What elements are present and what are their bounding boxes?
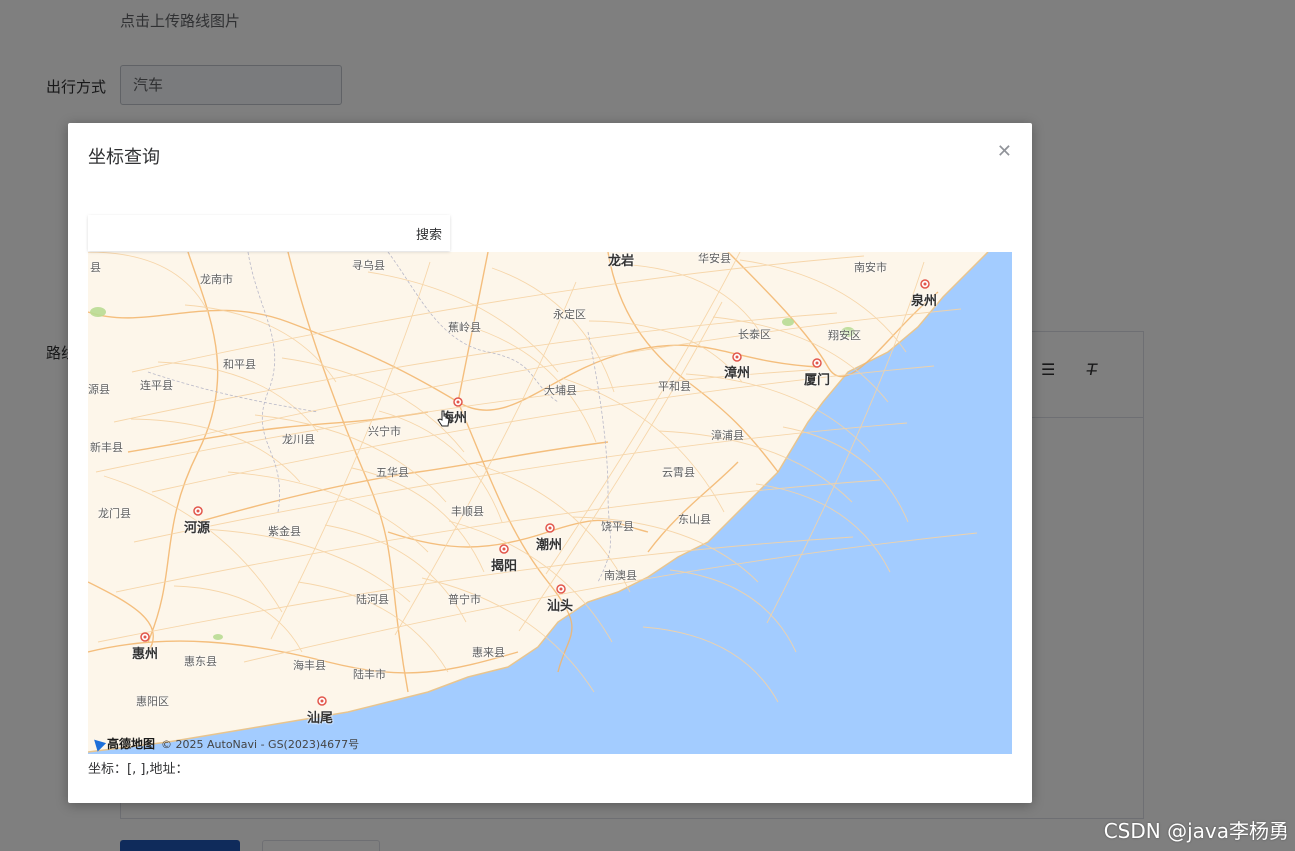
map-label-huizhou: 惠州 — [132, 647, 159, 662]
hand-cursor-icon — [437, 410, 450, 427]
city-marker-dot-2 — [502, 547, 506, 551]
park-area-1 — [782, 318, 794, 326]
map-label-jieyang: 揭阳 — [491, 559, 518, 574]
map-label-fengshun: 丰顺县 — [451, 505, 484, 518]
map-label-huiyang: 惠阳区 — [136, 695, 169, 708]
map-label-wuhua: 五华县 — [376, 466, 409, 479]
map-label-longmen: 龙门县 — [98, 507, 131, 520]
map-label-changtai: 长泰区 — [738, 328, 771, 341]
map-label-nanao: 南澳县 — [604, 569, 637, 582]
navigation-arrow-icon — [89, 735, 107, 752]
city-marker-dot-1 — [548, 526, 552, 530]
map-canvas[interactable] — [88, 252, 1012, 754]
close-icon[interactable]: ✕ — [997, 141, 1012, 162]
map-label-luhe: 陆河县 — [356, 593, 389, 606]
map-label-dongshan: 东山县 — [678, 513, 711, 526]
map-label-zhangzhou: 漳州 — [724, 366, 751, 381]
city-marker-dot-7 — [196, 509, 200, 513]
map-label-yuan: 源县 — [88, 383, 110, 396]
map-label-zhangpu: 漳浦县 — [711, 429, 744, 442]
city-marker-dot-5 — [815, 361, 819, 365]
map-label-xiangan: 翔安区 — [828, 329, 861, 342]
park-area-0 — [90, 307, 106, 317]
map-label-raoping: 饶平县 — [601, 520, 634, 533]
map-label-huilai: 惠来县 — [472, 646, 505, 659]
map-label-chaozhou: 潮州 — [536, 538, 563, 553]
amap-logo-text: 高德地图 — [107, 737, 156, 751]
city-marker-dot-8 — [143, 635, 147, 639]
city-marker-dot-6 — [923, 282, 927, 286]
city-marker-dot-0 — [456, 400, 460, 404]
map-label-xian: 县 — [90, 261, 101, 274]
map-label-lianping: 连平县 — [140, 379, 173, 392]
park-area-3 — [213, 634, 223, 640]
map-label-longyan: 龙岩 — [608, 254, 635, 269]
search-input[interactable] — [88, 215, 398, 251]
map-label-longnan: 龙南市 — [200, 273, 233, 286]
city-marker-dot-4 — [735, 355, 739, 359]
watermark: CSDN @java李杨勇 — [1103, 819, 1289, 843]
map-label-dapu: 大埔县 — [544, 384, 577, 397]
map-label-longchuan: 龙川县 — [282, 433, 315, 446]
map-label-xingning: 兴宁市 — [368, 425, 401, 438]
map-label-pinghe: 平和县 — [658, 380, 691, 393]
map-label-nanan: 南安市 — [854, 261, 887, 274]
map-label-heyuan: 河源 — [184, 521, 211, 536]
map-label-puning: 普宁市 — [448, 593, 481, 606]
search-bar: 搜索 — [88, 215, 450, 251]
map-label-heping: 和平县 — [223, 358, 256, 371]
map-attribution: 高德地图 © 2025 AutoNavi - GS(2023)4677号 — [89, 735, 360, 752]
coordinate-readout: 坐标：[, ],地址： — [88, 762, 189, 777]
coordinate-dialog: 坐标查询 ✕ 龙岩 华安县 南安市 泉州 县 寻乌县 龙南市 蕉岭县 永定区 长… — [68, 123, 1032, 803]
amap-logo: 高德地图 — [89, 735, 156, 752]
map-label-huaan: 华安县 — [698, 252, 731, 265]
map-label-yongding: 永定区 — [553, 308, 586, 321]
map-label-xinfeng: 新丰县 — [90, 441, 123, 454]
map-label-yunxiao: 云霄县 — [662, 466, 695, 479]
map-label-xunwu: 寻乌县 — [352, 259, 385, 272]
map-view[interactable]: 龙岩 华安县 南安市 泉州 县 寻乌县 龙南市 蕉岭县 永定区 长泰区 翔安区 … — [88, 252, 1012, 754]
search-button[interactable]: 搜索 — [416, 224, 442, 243]
map-copyright: © 2025 AutoNavi - GS(2023)4677号 — [161, 737, 360, 751]
map-label-shantou: 汕头 — [547, 599, 574, 614]
map-label-huidong: 惠东县 — [184, 655, 217, 668]
map-label-shanwei: 汕尾 — [307, 711, 334, 726]
map-label-zijin: 紫金县 — [268, 525, 301, 538]
map-label-xiamen: 厦门 — [804, 373, 831, 388]
map-label-quanzhou: 泉州 — [911, 294, 938, 309]
city-marker-dot-9 — [320, 699, 324, 703]
map-label-haifeng: 海丰县 — [293, 659, 326, 672]
map-label-jiaoling: 蕉岭县 — [448, 321, 481, 334]
city-marker-dot-3 — [559, 587, 563, 591]
dialog-title: 坐标查询 — [88, 147, 160, 168]
map-label-lufeng: 陆丰市 — [353, 668, 386, 681]
